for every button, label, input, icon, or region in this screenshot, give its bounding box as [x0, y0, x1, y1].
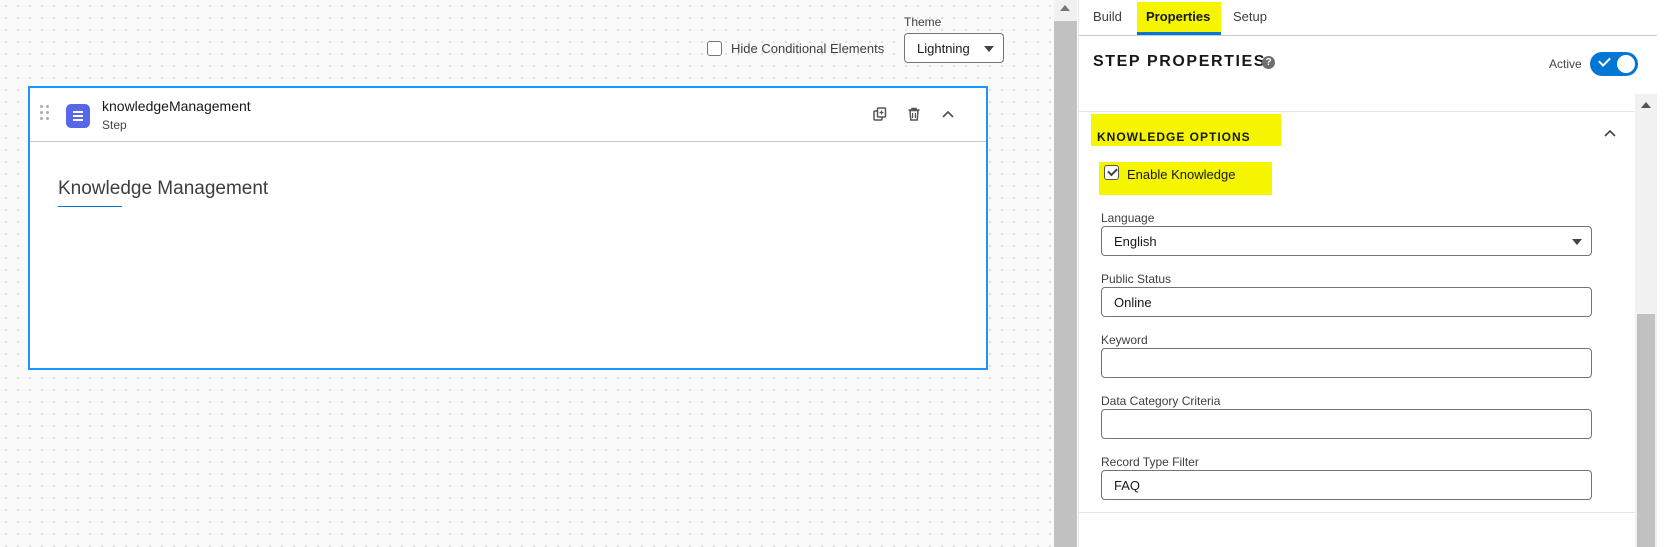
checkmark-icon [1107, 165, 1118, 177]
tab-setup[interactable]: Setup [1233, 9, 1267, 24]
enable-knowledge-checkbox[interactable] [1104, 165, 1119, 180]
record-type-filter-input[interactable]: FAQ [1101, 470, 1592, 500]
step-title-underline [58, 206, 122, 207]
active-toggle[interactable] [1590, 52, 1638, 76]
caret-down-icon [1572, 239, 1582, 245]
active-label: Active [1549, 57, 1582, 71]
check-icon [1598, 54, 1611, 67]
panel-tabs: Build Properties Setup [1079, 0, 1657, 36]
keyword-input[interactable] [1101, 348, 1592, 378]
scroll-up-arrow-icon[interactable] [1060, 5, 1070, 11]
step-icon [66, 104, 90, 128]
divider [1079, 111, 1657, 112]
section-bottom-divider [1079, 512, 1635, 513]
chevron-up-icon[interactable] [937, 103, 959, 125]
step-header: knowledgeManagement Step [30, 88, 986, 142]
language-select[interactable]: English [1101, 226, 1592, 256]
language-value: English [1114, 233, 1157, 249]
caret-down-icon [984, 46, 994, 52]
tab-properties[interactable]: Properties [1146, 9, 1210, 24]
scroll-up-arrow-icon[interactable] [1641, 102, 1651, 108]
enable-knowledge-label: Enable Knowledge [1127, 167, 1236, 182]
step-name: knowledgeManagement [102, 98, 251, 114]
step-card[interactable]: knowledgeManagement Step Knowledge Manag… [28, 86, 988, 370]
step-title: Knowledge Management [58, 178, 269, 199]
trash-icon[interactable] [903, 103, 925, 125]
tab-build[interactable]: Build [1093, 9, 1122, 24]
hide-conditional-checkbox[interactable] [707, 41, 722, 56]
toggle-knob [1617, 55, 1635, 73]
data-category-criteria-label: Data Category Criteria [1101, 394, 1221, 408]
properties-panel: Build Properties Setup STEP PROPERTIES ?… [1078, 0, 1671, 547]
public-status-value: Online [1114, 294, 1152, 310]
scrollbar-thumb[interactable] [1637, 314, 1655, 547]
step-type: Step [102, 118, 127, 132]
hide-conditional-toggle[interactable]: Hide Conditional Elements [707, 41, 884, 56]
chevron-up-icon[interactable] [1603, 126, 1617, 140]
data-category-criteria-input[interactable] [1101, 409, 1592, 439]
record-type-filter-value: FAQ [1114, 477, 1141, 493]
keyword-label: Keyword [1101, 333, 1148, 347]
hide-conditional-label: Hide Conditional Elements [731, 41, 885, 56]
theme-select[interactable]: Lightning [904, 33, 1004, 63]
step-properties-title: STEP PROPERTIES [1093, 53, 1267, 70]
record-type-filter-label: Record Type Filter [1101, 455, 1199, 469]
knowledge-options-title[interactable]: KNOWLEDGE OPTIONS [1097, 130, 1251, 144]
theme-label: Theme [904, 15, 942, 29]
panel-scrollbar[interactable] [1635, 94, 1657, 547]
help-icon[interactable]: ? [1262, 56, 1275, 69]
drag-handle-icon[interactable] [40, 105, 50, 125]
builder-canvas: Hide Conditional Elements Theme Lightnin… [0, 0, 1054, 547]
copy-icon[interactable] [869, 103, 891, 125]
public-status-input[interactable]: Online [1101, 287, 1592, 317]
canvas-scrollbar[interactable] [1054, 0, 1077, 547]
theme-select-value: Lightning [917, 40, 970, 56]
public-status-label: Public Status [1101, 272, 1172, 286]
active-tab-underline [1137, 32, 1221, 35]
language-label: Language [1101, 211, 1155, 225]
